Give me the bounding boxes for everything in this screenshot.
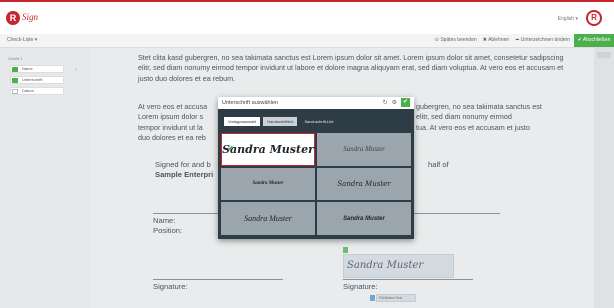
paragraph-line: tua. At vero eos et accusam et justo	[416, 122, 530, 132]
check-icon	[12, 78, 18, 83]
action-decline-label: Ablehnen	[488, 37, 510, 43]
signature-option[interactable]: Sandra Muster	[221, 167, 315, 201]
action-pause-label: Spätes beenden	[440, 37, 477, 43]
sidebar-toggle-icon[interactable]: ‹	[75, 67, 77, 73]
top-bar: R Sign English ▾ R	[0, 0, 614, 34]
signature-sample: Sandra Muster	[222, 142, 314, 156]
paragraph-line: elitr, sed diam nonumy eirmod	[416, 112, 512, 122]
tab-font-lite[interactable]: Sand-schrift-Lite	[300, 117, 337, 126]
finish-button[interactable]: ✔ Abschließen	[574, 34, 614, 47]
tab-handwritten[interactable]: Handschriftlich	[263, 117, 298, 126]
check-icon	[12, 67, 18, 72]
document-paragraph-2-right: gubergren, no sea takimata sanctus est e…	[416, 102, 592, 133]
toolbar-action-pause[interactable]: ⊙ Spätes beenden	[435, 37, 477, 43]
signature-label-right: Signature:	[343, 282, 378, 291]
name-label: Name:	[153, 216, 176, 225]
paragraph-line: gubergren, no sea takimata sanctus est	[416, 102, 542, 111]
sidebar-item-label: Unterschrift	[22, 77, 43, 82]
sidebar-item-date[interactable]: Datum	[10, 87, 64, 95]
fill-field[interactable]: Fill-Button Text	[376, 294, 416, 302]
action-change-label: Unterzeichnen ändern	[520, 37, 570, 43]
settings-icon[interactable]: ⚙	[392, 99, 397, 106]
dialog-title: Unterschrift auswählen	[222, 100, 278, 106]
toolbar-action-decline[interactable]: ✖ Ablehnen	[483, 37, 509, 43]
sidebar-header: Schritt 1	[8, 56, 23, 61]
signature-sample: Sandra Muster	[252, 181, 284, 187]
sidebar-item-label: Datum	[22, 88, 34, 93]
checklist-label: Check-Liste	[7, 37, 34, 43]
signature-option[interactable]: Sandra Muster	[317, 167, 411, 201]
signature-sample: Sandra Muster	[244, 214, 292, 224]
field-marker-icon	[370, 295, 375, 301]
enterprise-name: Sample Enterpri	[155, 170, 214, 179]
signature-option[interactable]: Sandra Muster	[221, 202, 315, 235]
dialog-header: Unterschrift auswählen ↻ ⚙ ✔	[218, 97, 414, 109]
dialog-tabs: Vorlageauswahl Handschriftlich Sand-schr…	[224, 117, 338, 126]
signature-select-dialog: Unterschrift auswählen ↻ ⚙ ✔ Vorlageausw…	[218, 97, 414, 239]
signed-for-text: Signed for and b	[155, 160, 211, 169]
signature-sample: Sandra Muster	[343, 145, 385, 154]
confirm-icon[interactable]: ✔	[401, 98, 410, 107]
language-select[interactable]: English ▾	[558, 16, 578, 22]
finish-label: Abschließen	[582, 37, 611, 43]
signature-grid: ✔ Sandra Muster Sandra Muster Sandra Mus…	[221, 133, 411, 235]
signature-line	[153, 279, 283, 280]
right-panel	[594, 48, 614, 308]
app-logo-text: Sign	[22, 12, 39, 22]
toolbar-action-change-signer[interactable]: ➦ Unterzeichnen ändern	[515, 37, 570, 43]
sidebar-item-label: Name	[22, 66, 33, 71]
sidebar-item-signature[interactable]: Unterschrift	[10, 76, 64, 84]
app-logo[interactable]: R	[6, 11, 20, 25]
signature-field[interactable]: Sandra Muster	[343, 254, 454, 278]
signature-option[interactable]: Sandra Muster	[317, 202, 411, 235]
signature-option[interactable]: ✔ Sandra Muster	[221, 133, 315, 166]
panel-tab[interactable]	[597, 52, 611, 58]
toolbar-actions: ⊙ Spätes beenden ✖ Ablehnen ➦ Unterzeich…	[435, 37, 570, 43]
position-label: Position:	[153, 226, 183, 235]
selected-check-icon: ✔	[227, 144, 234, 153]
signature-option[interactable]: Sandra Muster	[317, 133, 411, 166]
language-label: English	[557, 16, 575, 22]
field-marker-icon	[343, 247, 348, 253]
sidebar-item-name[interactable]: Name	[10, 65, 64, 73]
toolbar: Check-Liste ▾ ⊙ Spätes beenden ✖ Ablehne…	[0, 34, 614, 48]
signature-line	[343, 279, 473, 280]
signature-label-left: Signature:	[153, 282, 188, 291]
behalf-text: half of	[428, 160, 449, 169]
document-paragraph-1: Stet clita kasd gubergren, no sea takima…	[138, 53, 564, 83]
checklist-dropdown[interactable]: Check-Liste ▾	[7, 37, 37, 43]
signature-sample: Sandra Muster	[337, 179, 391, 188]
divider-line	[414, 213, 500, 214]
tab-template[interactable]: Vorlageauswahl	[224, 117, 261, 126]
dialog-tools: ↻ ⚙ ✔	[383, 98, 410, 107]
checklist-sidebar: Schritt 1 Name Unterschrift Datum	[0, 48, 90, 308]
divider-line	[153, 213, 219, 214]
checkbox-empty-icon	[12, 89, 18, 94]
user-avatar[interactable]: R	[586, 10, 602, 26]
refresh-icon[interactable]: ↻	[383, 99, 388, 106]
signature-sample: Sandra Muster	[343, 215, 385, 222]
